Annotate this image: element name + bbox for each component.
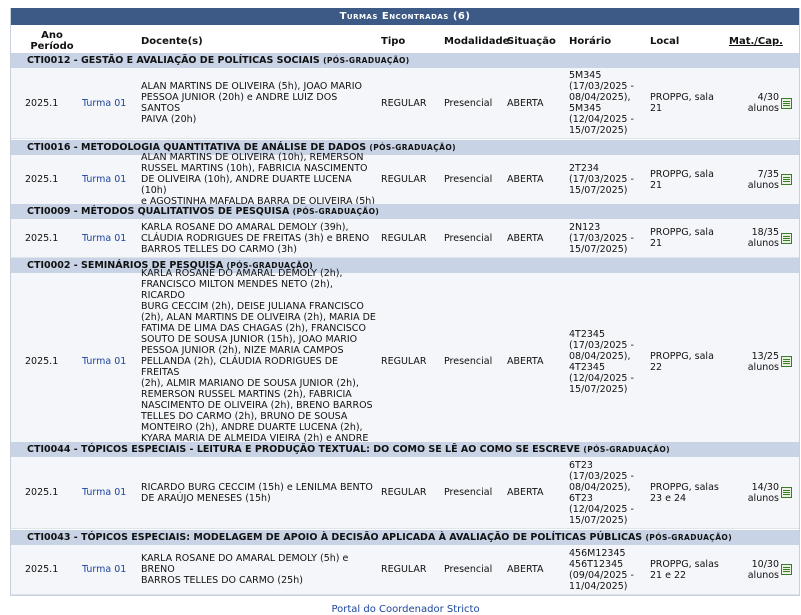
- docentes: KARLA ROSANE DO AMARAL DEMOLY (5h) e BRE…: [141, 553, 349, 586]
- ano-periodo: 2025.1: [25, 174, 59, 185]
- modalidade: Presencial: [444, 97, 493, 109]
- horario: 4T2345 (17/03/2025 - 08/04/2025), 4T2345…: [569, 328, 634, 395]
- turmas-table: Turmas Encontradas (6) Ano Período Docen…: [10, 8, 800, 596]
- horario: 2N123 (17/03/2025 - 15/07/2025): [569, 221, 634, 255]
- mat-cap: 10/30 alunos: [747, 558, 779, 581]
- ano-periodo: 2025.1: [25, 97, 59, 109]
- table-row: 2025.1 Turma 01 RICARDO BURG CECCIM (15h…: [11, 457, 799, 529]
- spreadsheet-icon: [781, 564, 792, 575]
- modalidade: Presencial: [444, 356, 493, 367]
- tipo: REGULAR: [381, 564, 427, 575]
- modalidade: Presencial: [444, 232, 493, 244]
- course-level-tag: (PÓS-GRADUAÇÃO): [645, 533, 733, 542]
- docentes: KARLA ROSANE DO AMARAL DEMOLY (2h), FRAN…: [141, 268, 376, 455]
- spreadsheet-icon-button[interactable]: [781, 68, 797, 138]
- header-ano-periodo: Ano Período: [30, 30, 74, 52]
- spreadsheet-icon: [781, 356, 792, 367]
- header-docentes: Docente(s): [141, 36, 203, 47]
- ano-periodo: 2025.1: [25, 487, 59, 498]
- local: PROPPG, sala 21: [650, 227, 714, 249]
- mat-cap: 4/30 alunos: [747, 92, 779, 114]
- course-level-tag: (PÓS-GRADUAÇÃO): [292, 207, 380, 216]
- horario: 5M345 (17/03/2025 - 08/04/2025), 5M345 (…: [569, 70, 634, 136]
- ano-periodo: 2025.1: [25, 564, 59, 575]
- tipo: REGULAR: [381, 232, 427, 244]
- local: PROPPG, sala 21: [650, 92, 714, 114]
- turma-link[interactable]: Turma 01: [82, 545, 140, 594]
- header-situacao: Situação: [507, 36, 556, 47]
- modalidade: Presencial: [444, 174, 493, 185]
- ano-periodo: 2025.1: [25, 232, 59, 244]
- tipo: REGULAR: [381, 487, 427, 498]
- local: PROPPG, sala 22: [650, 350, 714, 373]
- header-horario: Horário: [569, 36, 612, 47]
- docentes: KARLA ROSANE DO AMARAL DEMOLY (39h), CLÁ…: [141, 221, 370, 255]
- docentes: ALAN MARTINS DE OLIVEIRA (10h), REMERSON…: [141, 152, 375, 207]
- course-level-tag: (PÓS-GRADUAÇÃO): [323, 56, 410, 65]
- horario: 6T23 (17/03/2025 - 08/04/2025), 6T23 (12…: [569, 459, 634, 526]
- mat-cap: 18/35 alunos: [747, 227, 779, 249]
- horario: 2T234 (17/03/2025 - 15/07/2025): [569, 163, 634, 196]
- ano-periodo: 2025.1: [25, 356, 59, 367]
- turma-link[interactable]: Turma 01: [82, 457, 140, 528]
- spreadsheet-icon: [781, 97, 792, 109]
- table-row: 2025.1 Turma 01 KARLA ROSANE DO AMARAL D…: [11, 545, 799, 595]
- header-tipo: Tipo: [381, 36, 406, 47]
- local: PROPPG, salas 21 e 22: [650, 558, 719, 581]
- situacao: ABERTA: [507, 97, 544, 109]
- docentes: RICARDO BURG CECCIM (15h) e LENILMA BENT…: [141, 481, 373, 504]
- course-header: CTI0044 - TÓPICOS ESPECIAIS - LEITURA E …: [11, 442, 799, 457]
- spreadsheet-icon-button[interactable]: [781, 457, 797, 528]
- course-header: CTI0012 - GESTÃO E AVALIAÇÃO DE POLÍTICA…: [11, 53, 799, 68]
- modalidade: Presencial: [444, 564, 493, 575]
- turma-link[interactable]: Turma 01: [82, 219, 140, 257]
- tipo: REGULAR: [381, 356, 427, 367]
- course-title: CTI0012 - GESTÃO E AVALIAÇÃO DE POLÍTICA…: [27, 55, 320, 66]
- situacao: ABERTA: [507, 174, 544, 185]
- portal-coordenador-link[interactable]: Portal do Coordenador Stricto: [0, 604, 801, 615]
- course-title: CTI0044 - TÓPICOS ESPECIAIS - LEITURA E …: [27, 444, 581, 455]
- mat-cap: 14/30 alunos: [747, 481, 779, 504]
- course-header: CTI0002 - SEMINÁRIOS DE PESQUISA (PÓS-GR…: [11, 258, 799, 273]
- local: PROPPG, sala 21: [650, 168, 714, 191]
- situacao: ABERTA: [507, 356, 544, 367]
- course-title: CTI0009 - MÉTODOS QUALITATIVOS DE PESQUI…: [27, 206, 290, 217]
- course-level-tag: (PÓS-GRADUAÇÃO): [369, 143, 456, 152]
- turma-link[interactable]: Turma 01: [82, 68, 140, 138]
- course-header: CTI0043 - TÓPICOS ESPECIAIS: MODELAGEM D…: [11, 530, 799, 545]
- spreadsheet-icon-button[interactable]: [781, 545, 797, 594]
- spreadsheet-icon: [781, 232, 792, 244]
- spreadsheet-icon: [781, 174, 792, 185]
- course-header: CTI0016 - METODOLOGIA QUANTITATIVA DE AN…: [11, 140, 799, 155]
- turma-link[interactable]: Turma 01: [82, 273, 140, 450]
- local: PROPPG, salas 23 e 24: [650, 481, 719, 504]
- horario: 456M12345 456T12345 (09/04/2025 - 11/04/…: [569, 547, 634, 592]
- table-row: 2025.1 Turma 01 ALAN MARTINS DE OLIVEIRA…: [11, 152, 799, 207]
- situacao: ABERTA: [507, 232, 544, 244]
- table-row: 2025.1 Turma 01 KARLA ROSANE DO AMARAL D…: [11, 268, 799, 455]
- course-title: CTI0043 - TÓPICOS ESPECIAIS: MODELAGEM D…: [27, 532, 643, 543]
- tipo: REGULAR: [381, 97, 427, 109]
- course-level-tag: (PÓS-GRADUAÇÃO): [583, 445, 670, 454]
- spreadsheet-icon-button[interactable]: [781, 219, 797, 257]
- turma-link[interactable]: Turma 01: [82, 155, 140, 204]
- spreadsheet-icon-button[interactable]: [781, 273, 797, 450]
- header-local: Local: [650, 36, 680, 47]
- situacao: ABERTA: [507, 564, 544, 575]
- table-row: 2025.1 Turma 01 KARLA ROSANE DO AMARAL D…: [11, 219, 799, 258]
- modalidade: Presencial: [444, 487, 493, 498]
- mat-cap: 13/25 alunos: [747, 350, 779, 373]
- course-header: CTI0009 - MÉTODOS QUALITATIVOS DE PESQUI…: [11, 204, 799, 219]
- header-mat-cap[interactable]: Mat./Cap.: [729, 36, 783, 47]
- docentes: ALAN MARTINS DE OLIVEIRA (5h), JOAO MARI…: [141, 81, 362, 125]
- page: Turmas Encontradas (6) Ano Período Docen…: [0, 0, 801, 615]
- spreadsheet-icon-button[interactable]: [781, 155, 797, 204]
- header-modalidade: Modalidade: [444, 36, 510, 47]
- situacao: ABERTA: [507, 487, 544, 498]
- mat-cap: 7/35 alunos: [747, 168, 779, 191]
- table-caption: Turmas Encontradas (6): [11, 8, 799, 25]
- spreadsheet-icon: [781, 487, 792, 498]
- tipo: REGULAR: [381, 174, 427, 185]
- table-row: 2025.1 Turma 01 ALAN MARTINS DE OLIVEIRA…: [11, 68, 799, 139]
